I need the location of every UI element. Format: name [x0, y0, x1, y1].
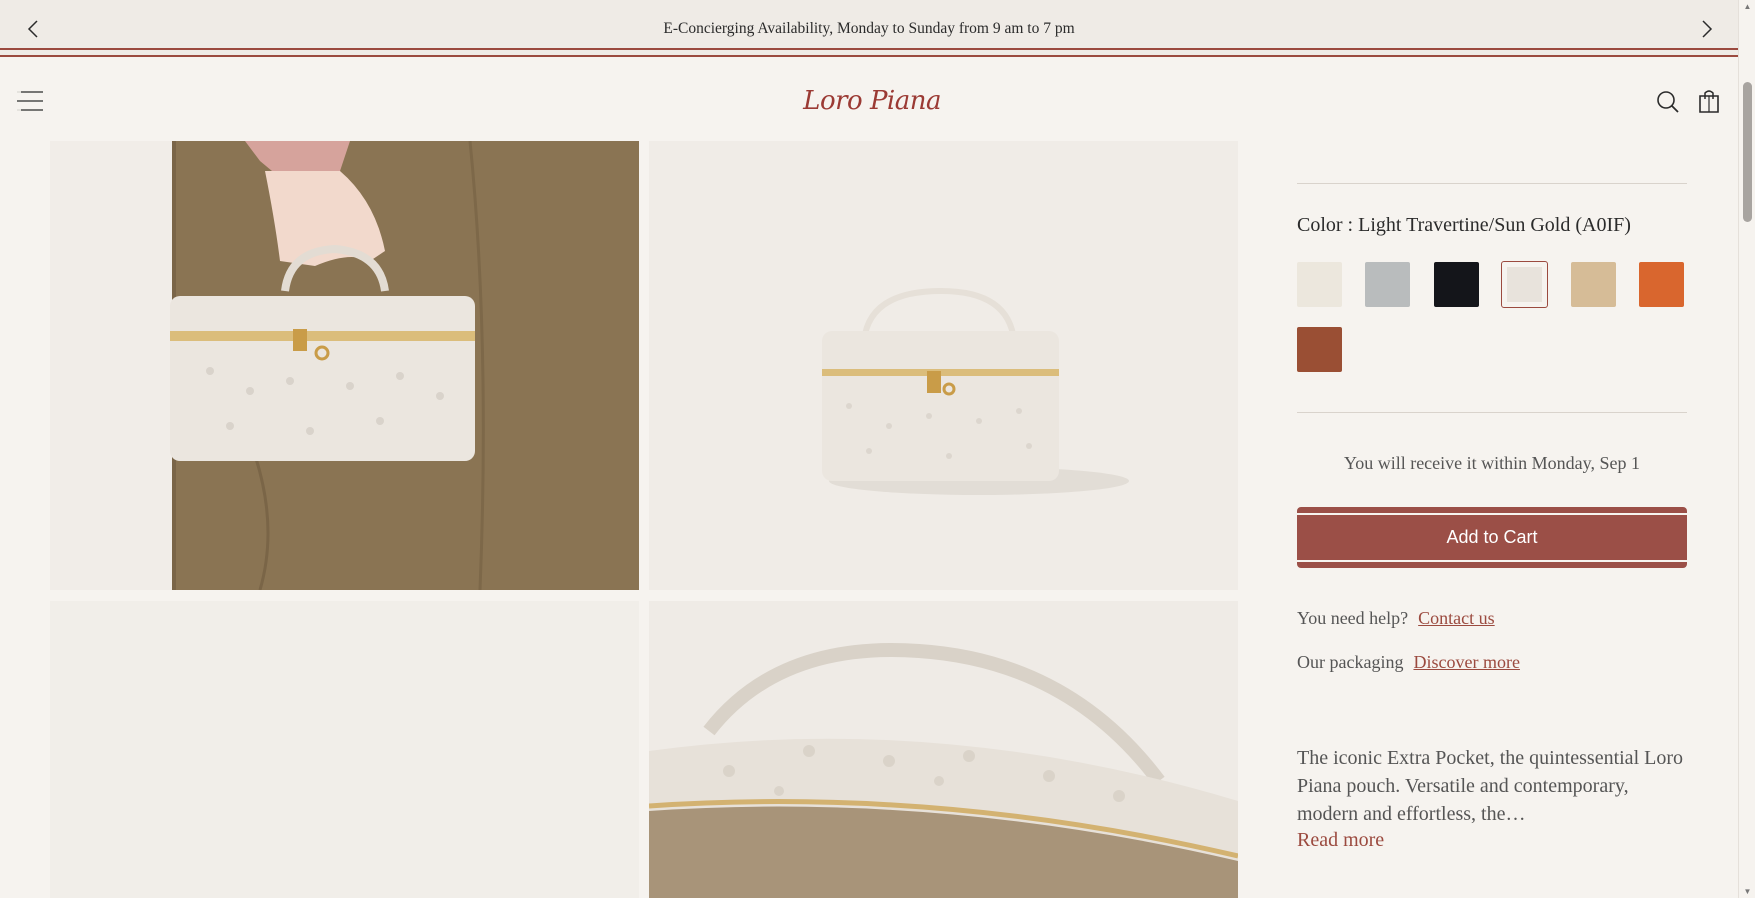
announcement-next-button[interactable] — [1696, 18, 1718, 40]
color-swatch[interactable] — [1639, 262, 1684, 307]
product-bag-image — [649, 141, 1238, 590]
color-swatch[interactable] — [1297, 327, 1342, 372]
shopping-bag-button[interactable] — [1698, 88, 1720, 114]
menu-button[interactable] — [17, 90, 43, 112]
search-icon — [1657, 91, 1679, 113]
shopping-bag-icon — [1699, 90, 1719, 113]
swatch-color-fill — [1507, 267, 1543, 302]
handle-closeup-image — [649, 601, 1238, 898]
swatch-color-fill — [1570, 262, 1616, 307]
scrollbar-thumb[interactable] — [1743, 82, 1752, 222]
color-swatch[interactable] — [1297, 262, 1342, 307]
help-row: You need help? Contact us — [1297, 608, 1495, 629]
model-holding-bag-image — [50, 141, 639, 590]
gallery-image-product[interactable] — [649, 141, 1238, 590]
delivery-estimate: You will receive it within Monday, Sep 1 — [1344, 453, 1640, 473]
cart-button-top-line — [1297, 513, 1687, 515]
swatch-color-fill — [1365, 262, 1411, 307]
discover-more-link[interactable]: Discover more — [1413, 652, 1519, 672]
page-scrollbar[interactable]: ▲ ▼ — [1738, 0, 1755, 898]
color-swatch[interactable] — [1501, 261, 1549, 308]
read-more-link[interactable]: Read more — [1297, 829, 1384, 852]
chevron-left-icon — [27, 20, 38, 38]
cart-button-bottom-line — [1297, 560, 1687, 562]
search-button[interactable] — [1656, 90, 1680, 114]
announcement-text: E-Concierging Availability, Monday to Su… — [663, 19, 1075, 37]
announcement-divider — [0, 48, 1738, 57]
help-label: You need help? — [1297, 608, 1409, 628]
color-swatch[interactable] — [1433, 262, 1479, 307]
swatch-color-fill — [1639, 262, 1684, 307]
product-description: The iconic Extra Pocket, the quintessent… — [1297, 747, 1683, 825]
packaging-label: Our packaging — [1297, 652, 1404, 672]
swatch-color-fill — [1297, 327, 1342, 372]
site-header: Loro Piana — [0, 57, 1738, 141]
add-to-cart-label: Add to Cart — [1446, 527, 1538, 547]
swatch-color-fill — [1297, 262, 1342, 307]
scroll-down-arrow-icon[interactable]: ▼ — [1743, 887, 1752, 896]
panel-divider-middle — [1297, 412, 1687, 413]
swatch-color-fill — [1433, 262, 1479, 307]
hamburger-menu-icon — [17, 91, 43, 111]
add-to-cart-button[interactable]: Add to Cart — [1297, 507, 1687, 568]
gallery-image-blank[interactable] — [50, 601, 639, 898]
gallery-image-closeup[interactable] — [649, 601, 1238, 898]
brand-logo[interactable]: Loro Piana — [797, 81, 941, 121]
color-swatch[interactable] — [1365, 262, 1411, 307]
announcement-prev-button[interactable] — [22, 18, 44, 40]
logo-wordmark: Loro Piana — [803, 86, 941, 116]
color-label: Color : Light Travertine/Sun Gold (A0IF) — [1297, 214, 1631, 236]
chevron-right-icon — [1702, 20, 1713, 38]
announcement-bar: E-Concierging Availability, Monday to Su… — [0, 0, 1738, 57]
color-swatch[interactable] — [1570, 262, 1616, 307]
gallery-image-model[interactable] — [50, 141, 639, 590]
contact-us-link[interactable]: Contact us — [1418, 608, 1495, 628]
packaging-row: Our packaging Discover more — [1297, 652, 1520, 673]
scroll-up-arrow-icon[interactable]: ▲ — [1743, 2, 1752, 11]
panel-divider-top — [1297, 183, 1687, 184]
